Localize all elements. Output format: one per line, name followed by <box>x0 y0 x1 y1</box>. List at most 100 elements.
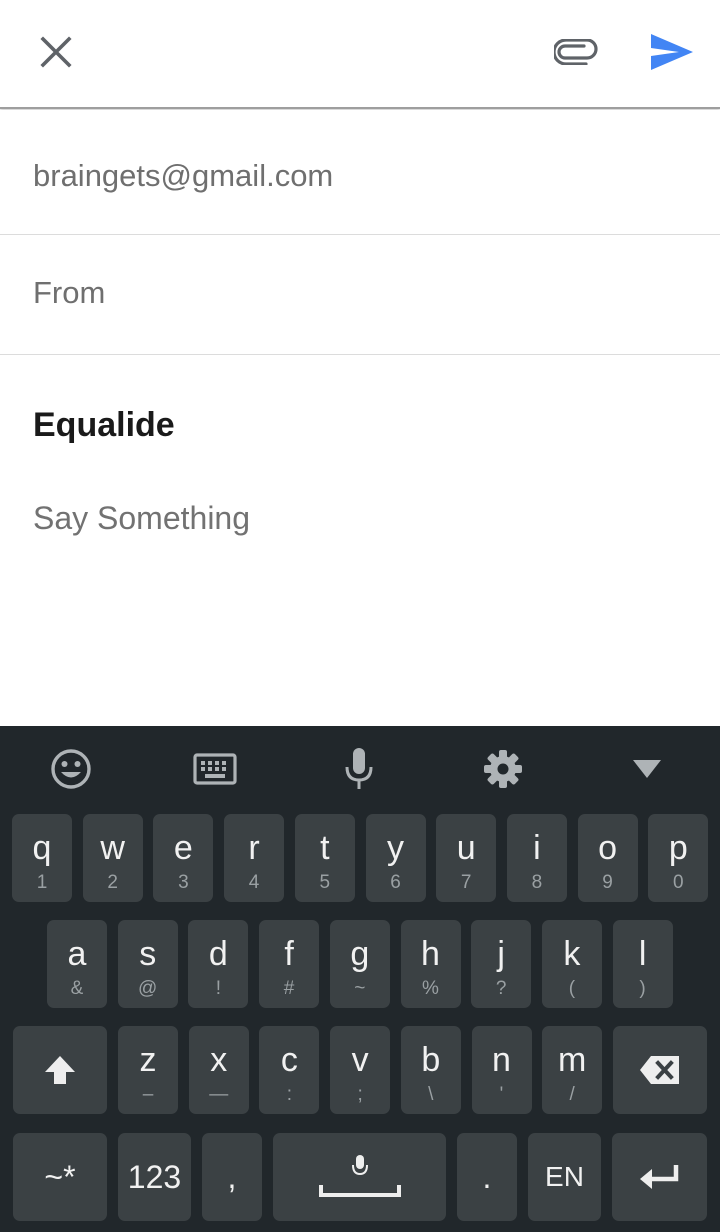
key-w[interactable]: w2 <box>82 814 143 902</box>
hide-keyboard-button[interactable] <box>617 746 677 792</box>
key-sub-label: 8 <box>531 872 543 893</box>
key-r[interactable]: r4 <box>224 814 285 902</box>
key-p[interactable]: p0 <box>648 814 709 902</box>
key-h[interactable]: h% <box>400 920 461 1008</box>
attach-button[interactable] <box>544 22 608 82</box>
key-x[interactable]: x — <box>188 1026 249 1114</box>
from-field[interactable]: From <box>0 235 720 355</box>
body-field[interactable]: Say Something <box>33 500 250 537</box>
language-key[interactable]: EN <box>528 1133 601 1221</box>
key-main-label: a <box>67 935 87 973</box>
key-main-label: i <box>533 829 541 867</box>
space-key[interactable] <box>273 1133 446 1221</box>
key-sub-label: 7 <box>460 872 472 893</box>
key-v[interactable]: v; <box>330 1026 391 1114</box>
key-y[interactable]: y6 <box>365 814 426 902</box>
key-main-label: l <box>638 935 647 973</box>
key-main-label: h <box>421 935 440 973</box>
key-sub-label: ) <box>639 978 646 999</box>
to-field[interactable]: braingets@gmail.com <box>0 110 720 235</box>
emoji-button[interactable] <box>41 746 101 792</box>
shift-key[interactable] <box>13 1026 107 1114</box>
key-i[interactable]: i8 <box>506 814 567 902</box>
voice-input-button[interactable] <box>329 746 389 792</box>
key-sub-label: – <box>142 1084 154 1105</box>
key-b[interactable]: b \ <box>400 1026 461 1114</box>
key-t[interactable]: t5 <box>294 814 355 902</box>
enter-arrow-icon <box>639 1165 678 1189</box>
key-main-label: q <box>32 829 52 867</box>
soft-keyboard: q1w2e3r4t5y6u7i8o9p0 a & s @ d! f # g ~ h% j? k(l) … <box>0 726 720 1232</box>
key-main-label: z <box>139 1041 157 1079</box>
key-e[interactable]: e3 <box>153 814 214 902</box>
key-g[interactable]: g ~ <box>329 920 390 1008</box>
space-bar-icon <box>318 1155 401 1197</box>
paperclip-icon <box>554 39 598 65</box>
key-sub-label: ! <box>215 978 222 999</box>
key-main-label: n <box>492 1041 511 1079</box>
keyboard-settings-button[interactable] <box>473 746 533 792</box>
enter-key[interactable] <box>612 1133 707 1221</box>
collapse-triangle-icon <box>633 760 661 778</box>
key-main-label: r <box>248 829 260 867</box>
key-j[interactable]: j? <box>471 920 532 1008</box>
key-sub-label: @ <box>138 978 158 999</box>
key-a[interactable]: a & <box>47 920 107 1008</box>
key-sub-label: 3 <box>178 872 189 893</box>
backspace-icon <box>640 1056 679 1084</box>
period-key[interactable]: . <box>457 1133 517 1221</box>
key-z[interactable]: z – <box>118 1026 178 1114</box>
keyboard-icon <box>193 753 237 785</box>
key-sub-label: ~ <box>354 978 366 999</box>
key-main-label: f <box>284 935 294 973</box>
key-main-label: s <box>139 935 157 973</box>
key-sub-label: 2 <box>107 872 118 893</box>
key-sub-label: 0 <box>673 872 684 893</box>
emoji-icon <box>51 749 91 789</box>
symbols-key[interactable]: ~* <box>13 1133 107 1221</box>
key-sub-label: 6 <box>390 872 401 893</box>
key-n[interactable]: n ' <box>471 1026 532 1114</box>
key-sub-label: ( <box>568 978 576 999</box>
close-icon <box>40 36 72 68</box>
compose-toolbar <box>0 0 720 109</box>
key-main-label: k <box>563 935 581 973</box>
send-button[interactable] <box>640 22 704 82</box>
key-main-label: g <box>350 935 370 973</box>
key-sub-label: — <box>209 1084 229 1105</box>
key-main-label: u <box>456 829 476 867</box>
key-o[interactable]: o9 <box>577 814 638 902</box>
comma-key-label: , <box>227 1158 237 1195</box>
key-k[interactable]: k( <box>541 920 602 1008</box>
key-main-label: v <box>351 1041 369 1079</box>
key-main-label: x <box>210 1041 228 1079</box>
backspace-key[interactable] <box>613 1026 707 1114</box>
numbers-key[interactable]: 123 <box>118 1133 191 1221</box>
key-main-label: b <box>421 1041 441 1079</box>
key-sub-label: & <box>70 978 84 999</box>
keyboard-switch-button[interactable] <box>185 746 245 792</box>
key-l[interactable]: l) <box>612 920 673 1008</box>
key-sub-label: % <box>422 978 439 999</box>
key-main-label: t <box>320 829 330 867</box>
key-sub-label: 4 <box>248 872 260 893</box>
key-main-label: d <box>208 935 228 973</box>
key-main-label: m <box>558 1041 587 1079</box>
period-key-label: . <box>482 1158 492 1195</box>
language-key-label: EN <box>545 1161 584 1192</box>
key-sub-label: \ <box>428 1084 434 1105</box>
subject-field[interactable]: Equalide <box>33 406 175 445</box>
key-sub-label: 5 <box>319 872 331 893</box>
key-sub-label: / <box>569 1084 575 1105</box>
key-u[interactable]: u7 <box>436 814 497 902</box>
numbers-key-label: 123 <box>127 1158 182 1195</box>
key-q[interactable]: q1 <box>12 814 72 902</box>
close-button[interactable] <box>24 22 88 82</box>
key-d[interactable]: d! <box>188 920 249 1008</box>
key-f[interactable]: f # <box>259 920 320 1008</box>
key-s[interactable]: s @ <box>117 920 178 1008</box>
key-sub-label: 1 <box>36 872 48 893</box>
key-m[interactable]: m / <box>542 1026 603 1114</box>
key-c[interactable]: c: <box>259 1026 320 1114</box>
comma-key[interactable]: , <box>202 1133 262 1221</box>
